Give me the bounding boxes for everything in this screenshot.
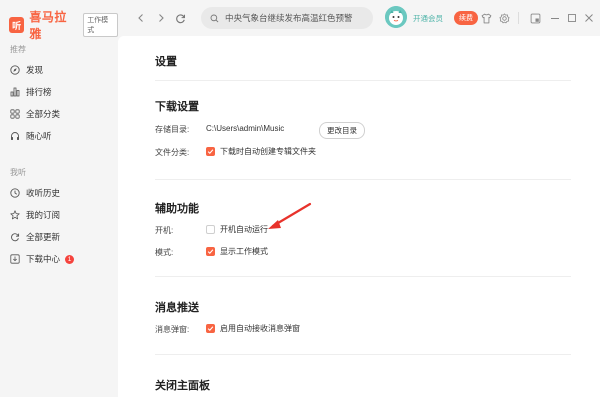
mini-mode-button[interactable] [528, 11, 542, 25]
tshirt-icon [481, 13, 491, 23]
sidebar-item-categories[interactable]: 全部分类 [9, 107, 109, 121]
grid-icon [9, 109, 20, 120]
back-button[interactable] [134, 11, 148, 25]
toolbar-divider [518, 12, 519, 24]
refresh-button[interactable] [173, 11, 187, 25]
popup-label: 消息弹窗: [155, 325, 190, 334]
close-button[interactable] [582, 11, 596, 25]
sidebar-item-updates[interactable]: 全部更新 [9, 230, 109, 244]
sidebar-item-label: 全部分类 [26, 109, 61, 119]
divider [155, 179, 571, 180]
sidebar-item-subscriptions[interactable]: 我的订阅 [9, 208, 109, 222]
sidebar-item-downloads[interactable]: 下载中心 1 [9, 252, 109, 266]
sidebar-item-random-listen[interactable]: 随心听 [9, 129, 109, 143]
sidebar-item-label: 发现 [26, 65, 44, 75]
star-icon [9, 210, 20, 221]
app-name: 喜马拉雅 [29, 10, 67, 41]
section-recommend-label: 推荐 [10, 45, 26, 54]
download-count-badge: 1 [65, 254, 75, 264]
chevron-right-icon [159, 14, 164, 22]
auto-popup-checkbox[interactable] [206, 324, 215, 333]
renew-button[interactable]: 续费 [454, 11, 478, 25]
maximize-icon [568, 14, 576, 22]
auto-popup-option[interactable]: 启用自动接收消息弹窗 [206, 323, 300, 334]
change-dir-button[interactable]: 更改目录 [319, 122, 365, 139]
checkmark-icon [207, 249, 214, 255]
settings-panel: 设置 下载设置 存储目录: C:\Users\admin\Music 更改目录 … [118, 36, 600, 397]
refresh-icon [175, 13, 185, 23]
vip-link[interactable]: 开通会员 [413, 13, 443, 24]
work-mode-badge[interactable]: 工作模式 [83, 13, 118, 37]
storage-dir-path: C:\Users\admin\Music [206, 124, 285, 133]
sidebar-item-label: 随心听 [26, 131, 52, 141]
boot-label: 开机: [155, 226, 174, 235]
show-work-mode-checkbox[interactable] [206, 247, 215, 256]
download-icon [9, 254, 20, 265]
avatar[interactable] [385, 6, 407, 28]
auto-album-folder-label: 下载时自动创建专辑文件夹 [220, 147, 316, 156]
sidebar-item-ranking[interactable]: 排行榜 [9, 85, 109, 99]
sidebar-item-label: 收听历史 [26, 188, 61, 198]
close-icon [585, 14, 593, 22]
chevron-left-icon [138, 14, 143, 22]
skin-button[interactable] [479, 11, 493, 25]
auto-start-label: 开机自动运行 [220, 225, 268, 234]
assist-settings-title: 辅助功能 [155, 203, 199, 215]
divider [155, 276, 571, 277]
search-box[interactable] [201, 7, 373, 29]
annotation-arrow-icon [268, 202, 312, 229]
clock-icon [9, 188, 20, 199]
checkmark-icon [207, 326, 214, 332]
mini-player-icon [530, 13, 540, 23]
show-work-mode-option[interactable]: 显示工作模式 [206, 246, 268, 257]
page-title: 设置 [155, 56, 177, 68]
auto-start-checkbox[interactable] [206, 225, 215, 234]
auto-popup-label: 启用自动接收消息弹窗 [220, 324, 300, 333]
chart-bar-icon [9, 87, 20, 98]
mode-label: 模式: [155, 248, 174, 257]
gear-icon [498, 12, 510, 23]
minimize-button[interactable] [548, 11, 562, 25]
sidebar-item-label: 排行榜 [26, 87, 52, 97]
close-panel-title: 关闭主面板 [155, 380, 210, 392]
push-settings-title: 消息推送 [155, 302, 199, 314]
auto-album-folder-checkbox[interactable] [206, 147, 215, 156]
settings-button[interactable] [497, 11, 511, 25]
show-work-mode-label: 显示工作模式 [220, 247, 268, 256]
refresh-icon [9, 232, 20, 243]
topbar: 开通会员 续费 [118, 0, 600, 36]
sidebar-item-label: 我的订阅 [26, 210, 61, 220]
minimize-icon [551, 18, 559, 19]
download-settings-title: 下载设置 [155, 101, 199, 113]
storage-dir-label: 存储目录: [155, 125, 190, 134]
compass-icon [9, 65, 20, 76]
file-category-label: 文件分类: [155, 148, 190, 157]
auto-album-folder-option[interactable]: 下载时自动创建专辑文件夹 [206, 146, 316, 157]
headphones-icon [9, 131, 20, 142]
brand[interactable]: 听 喜马拉雅 工作模式 [9, 8, 118, 42]
search-input[interactable] [225, 13, 365, 23]
forward-button[interactable] [154, 11, 168, 25]
app-logo: 听 [9, 17, 25, 33]
sidebar-item-history[interactable]: 收听历史 [9, 186, 109, 200]
divider [155, 354, 571, 355]
section-mine-label: 我听 [10, 168, 26, 177]
divider [155, 80, 571, 81]
sidebar-item-discover[interactable]: 发现 [9, 63, 109, 77]
auto-start-option[interactable]: 开机自动运行 [206, 224, 268, 235]
checkmark-icon [207, 149, 214, 155]
sidebar: 听 喜马拉雅 工作模式 推荐 发现 排行榜 全部分类 随心听 我听 收听历史 我… [0, 0, 118, 397]
sidebar-item-label: 全部更新 [26, 232, 61, 242]
maximize-button[interactable] [565, 11, 579, 25]
search-icon [210, 14, 219, 22]
sidebar-item-label: 下载中心 [26, 254, 61, 264]
